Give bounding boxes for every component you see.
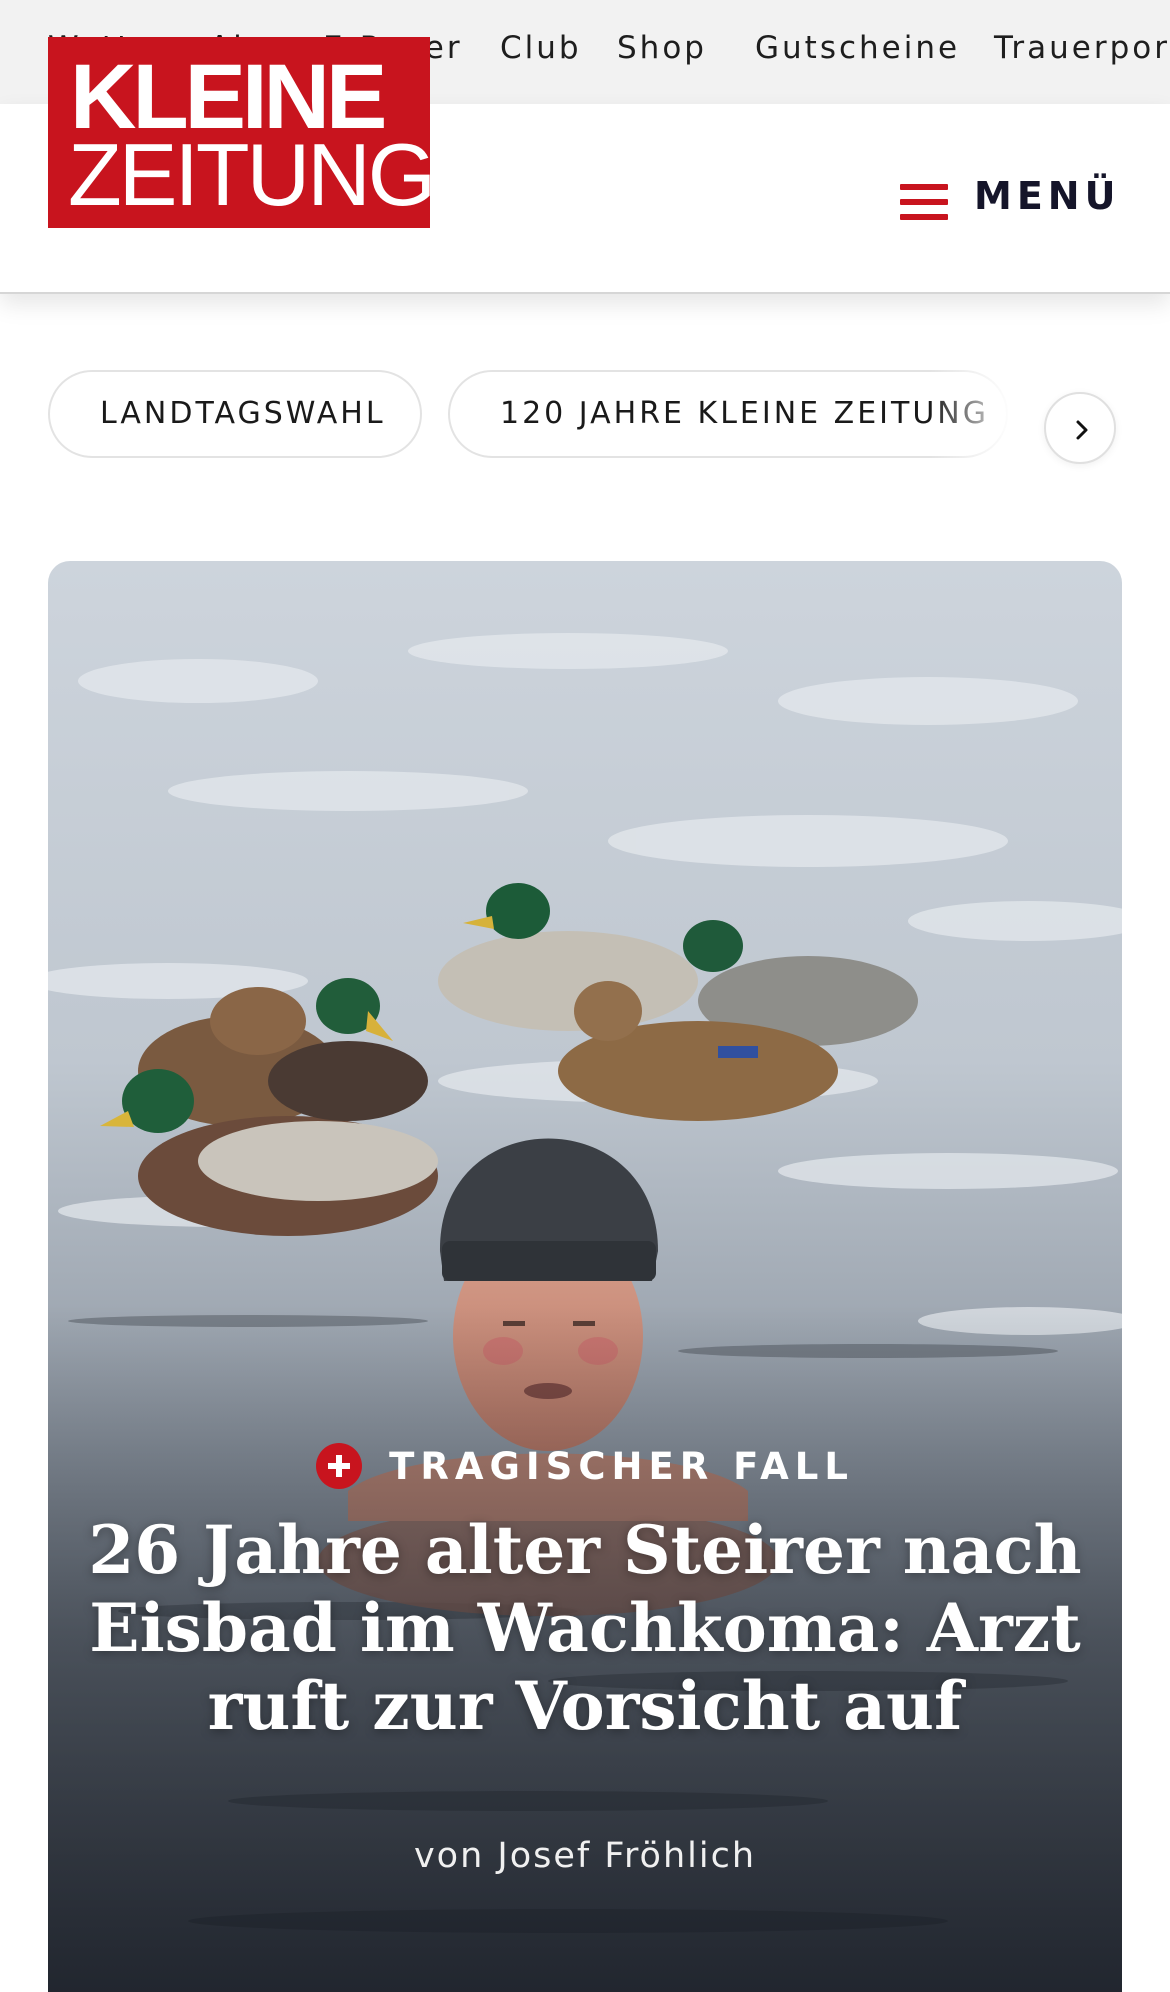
hero-article[interactable]: TRAGISCHER FALL 26 Jahre alter Steirer n… bbox=[48, 561, 1122, 1992]
site-logo[interactable]: KLEINE ZEITUNG bbox=[48, 37, 436, 228]
nav-item-shop[interactable]: Shop bbox=[617, 30, 707, 66]
hamburger-icon bbox=[900, 184, 948, 220]
article-headline[interactable]: 26 Jahre alter Steirer nach Eisbad im Wa… bbox=[88, 1511, 1082, 1745]
tag-label: LANDTAGSWAHL bbox=[100, 396, 386, 431]
tags-next-button[interactable] bbox=[1044, 392, 1116, 464]
tag-landtagswahl[interactable]: LANDTAGSWAHL bbox=[48, 370, 422, 458]
article-byline: von Josef Fröhlich bbox=[413, 1836, 757, 1876]
nav-item-gutscheine[interactable]: Gutscheine bbox=[755, 30, 960, 66]
plus-icon bbox=[316, 1443, 363, 1489]
logo-line-2: ZEITUNG bbox=[68, 125, 436, 224]
article-kicker: TRAGISCHER FALL bbox=[48, 1443, 1122, 1489]
tag-120-jahre[interactable]: 120 JAHRE KLEINE ZEITUNG bbox=[448, 370, 1008, 458]
nav-item-trauerportal[interactable]: Trauerportal bbox=[994, 30, 1170, 66]
chevron-right-icon bbox=[1076, 420, 1088, 440]
nav-item-club[interactable]: Club bbox=[500, 30, 582, 66]
hero-overlay bbox=[48, 561, 1122, 1992]
tag-label: 120 JAHRE KLEINE ZEITUNG bbox=[500, 396, 989, 431]
menu-label: MENÜ bbox=[974, 174, 1121, 218]
topic-tags: LANDTAGSWAHL 120 JAHRE KLEINE ZEITUNG bbox=[0, 366, 1170, 466]
menu-button[interactable]: MENÜ bbox=[898, 168, 1128, 232]
kicker-text: TRAGISCHER FALL bbox=[389, 1444, 854, 1488]
scroll-fade bbox=[930, 366, 1050, 466]
